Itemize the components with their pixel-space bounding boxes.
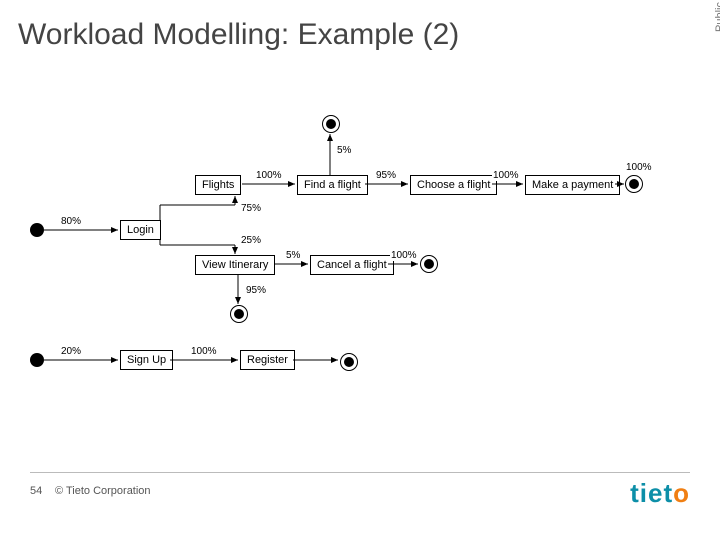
footer-divider bbox=[30, 472, 690, 473]
workload-diagram: Login Flights Find a flight Choose a fli… bbox=[30, 110, 690, 410]
diagram-arrows bbox=[30, 110, 690, 410]
logo-text: tiet bbox=[630, 478, 673, 508]
page-title: Workload Modelling: Example (2) bbox=[18, 18, 459, 52]
copyright-text: © Tieto Corporation bbox=[55, 485, 151, 497]
logo-dot: o bbox=[673, 478, 690, 508]
brand-logo: tieto bbox=[630, 478, 690, 509]
classification-label: Public bbox=[714, 2, 720, 32]
page-number: 54 bbox=[30, 485, 42, 497]
